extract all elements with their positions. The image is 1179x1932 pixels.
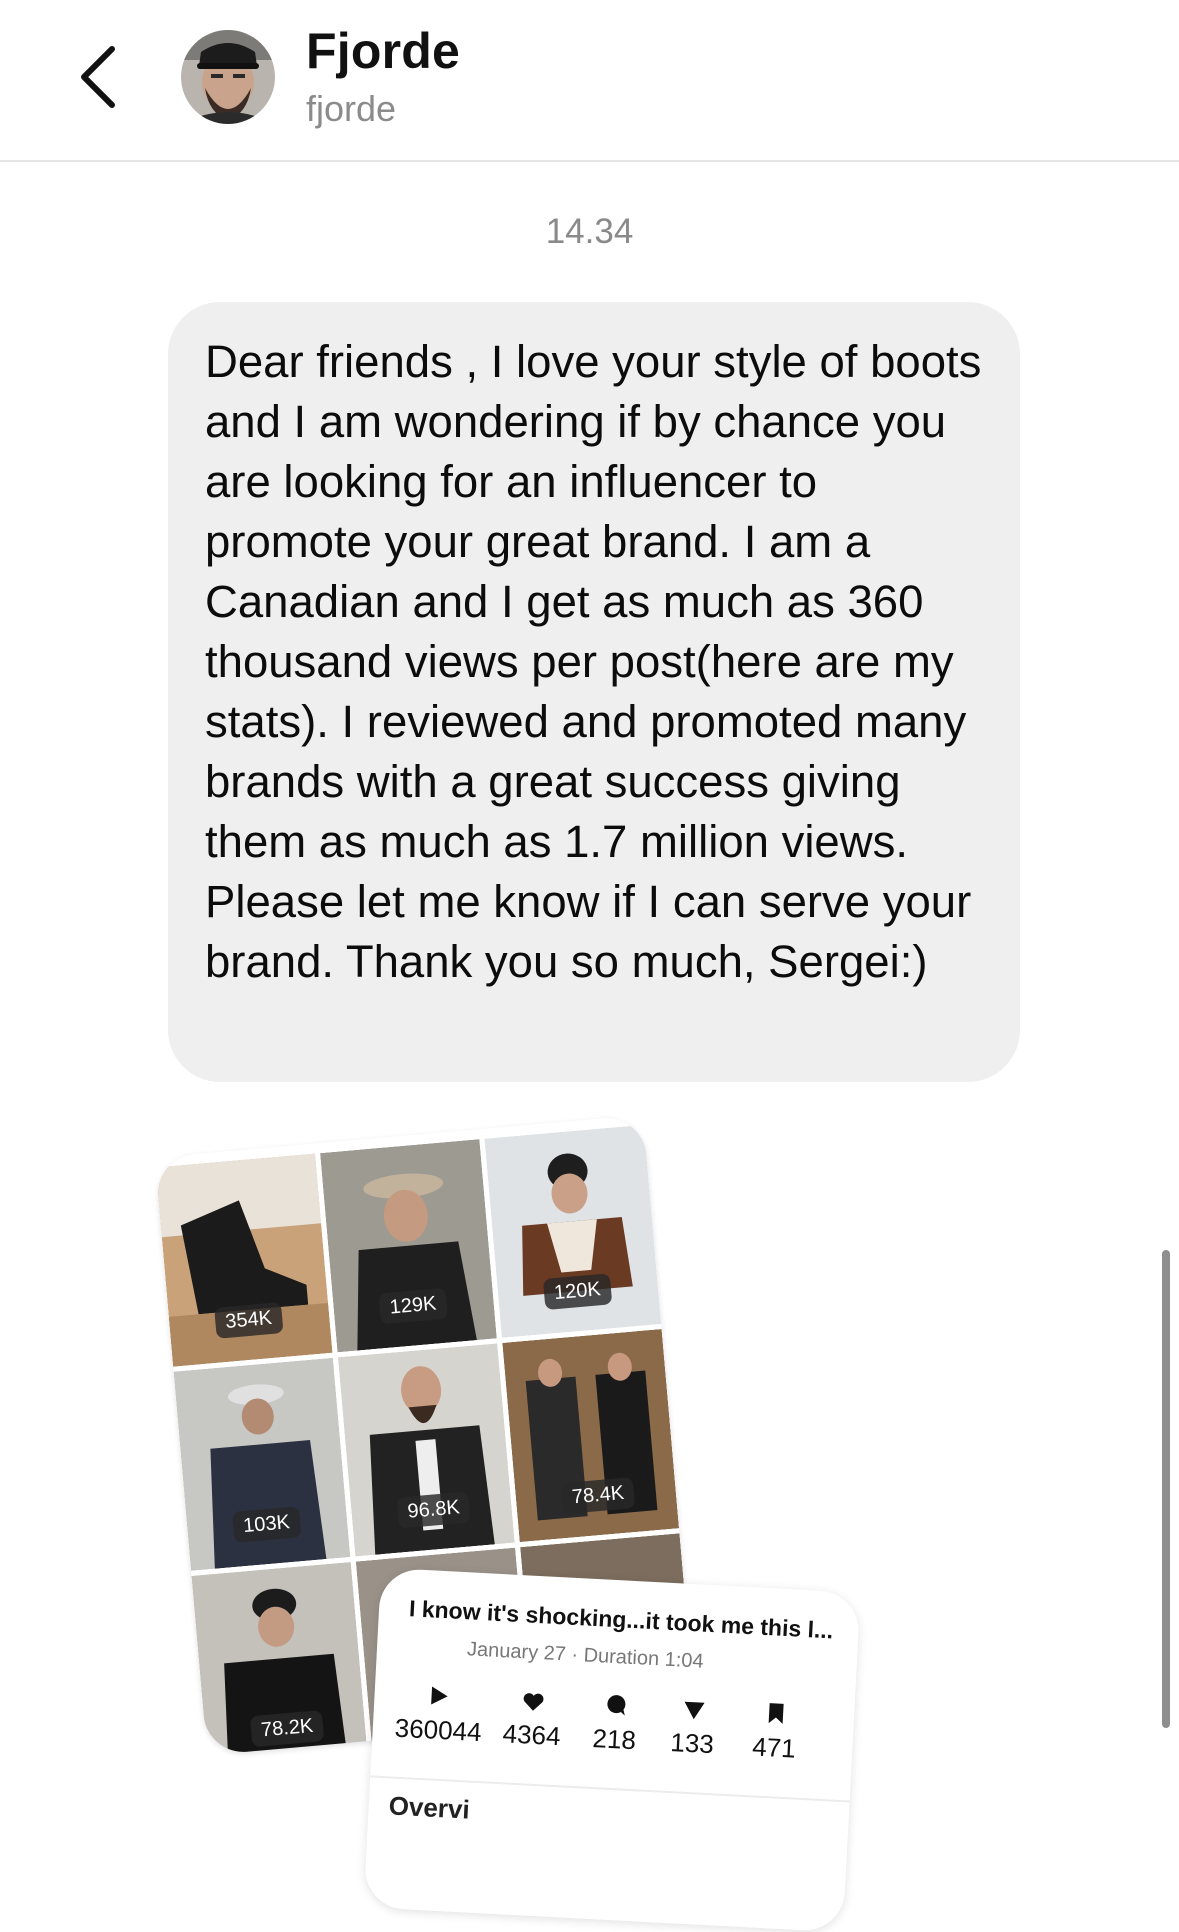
share-icon bbox=[684, 1701, 705, 1720]
grid-tile: 96.8K bbox=[337, 1343, 515, 1557]
overview-heading: Overvi bbox=[388, 1790, 471, 1825]
chat-header: Fjorde fjorde bbox=[0, 0, 1179, 162]
back-button[interactable] bbox=[68, 40, 128, 114]
view-count: 120K bbox=[542, 1273, 613, 1311]
stat-value: 360044 bbox=[394, 1712, 483, 1748]
stat-value: 4364 bbox=[501, 1718, 562, 1752]
grid-tile: 78.4K bbox=[502, 1328, 680, 1543]
post-insights-screenshot[interactable]: I know it's shocking...it took me this l… bbox=[363, 1567, 861, 1932]
play-icon bbox=[431, 1686, 448, 1705]
stat-saves: 471 bbox=[752, 1697, 799, 1764]
stat-value: 218 bbox=[591, 1722, 637, 1756]
contact-handle: fjorde bbox=[306, 88, 397, 129]
view-count: 78.4K bbox=[560, 1477, 636, 1515]
contact-name[interactable]: Fjorde bbox=[306, 22, 460, 80]
view-count: 78.2K bbox=[249, 1710, 325, 1748]
message-text: Dear friends , I love your style of boot… bbox=[205, 336, 982, 987]
grid-tile: 129K bbox=[320, 1139, 497, 1353]
stat-plays: 360044 bbox=[394, 1679, 484, 1748]
view-count: 96.8K bbox=[396, 1491, 472, 1529]
view-count: 354K bbox=[214, 1302, 284, 1339]
chevron-left-icon bbox=[81, 46, 115, 108]
stat-shares: 133 bbox=[670, 1693, 717, 1760]
comment-icon bbox=[607, 1695, 626, 1716]
stat-likes: 4364 bbox=[502, 1684, 563, 1752]
grid-tile: 78.2K bbox=[191, 1561, 369, 1756]
stat-value: 471 bbox=[751, 1731, 797, 1764]
stat-value: 133 bbox=[669, 1727, 715, 1760]
post-title: I know it's shocking...it took me this l… bbox=[408, 1595, 834, 1644]
message-bubble[interactable]: Dear friends , I love your style of boot… bbox=[168, 302, 1020, 1082]
scrollbar[interactable] bbox=[1162, 1250, 1170, 1728]
view-count: 129K bbox=[378, 1287, 448, 1325]
save-icon bbox=[768, 1703, 784, 1724]
avatar-image bbox=[181, 30, 275, 124]
avatar[interactable] bbox=[181, 30, 275, 124]
post-subtitle: January 27 · Duration 1:04 bbox=[466, 1638, 705, 1673]
grid-tile: 354K bbox=[155, 1153, 333, 1367]
message-timestamp: 14.34 bbox=[545, 212, 634, 251]
grid-tile: 103K bbox=[173, 1357, 351, 1571]
stat-comments: 218 bbox=[592, 1689, 639, 1756]
view-count: 103K bbox=[231, 1506, 302, 1543]
heart-icon bbox=[523, 1693, 544, 1711]
grid-tile: 120K bbox=[484, 1124, 662, 1338]
